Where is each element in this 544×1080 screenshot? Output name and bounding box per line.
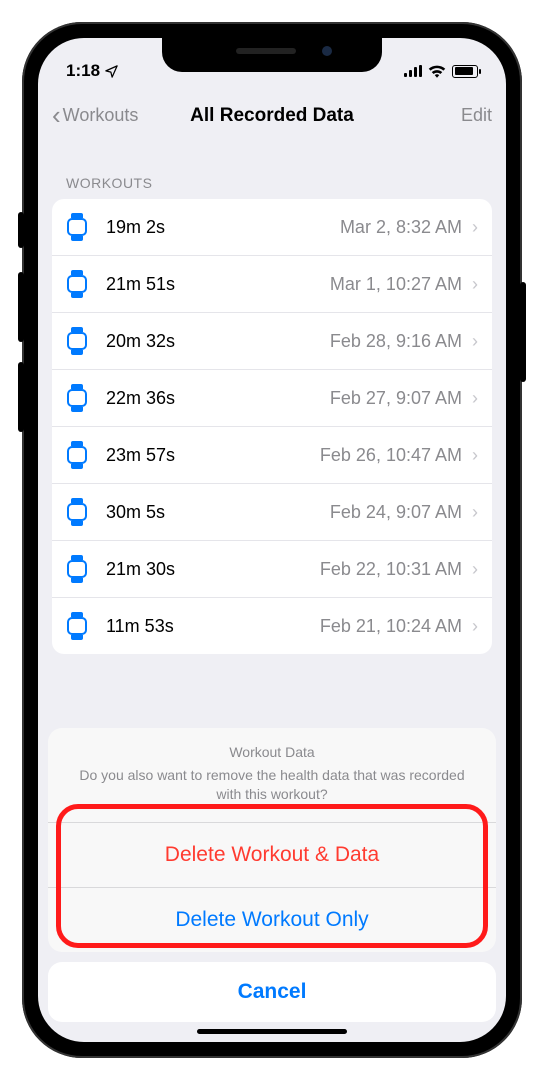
battery-icon bbox=[452, 65, 478, 78]
workout-date: Mar 1, 10:27 AM bbox=[330, 274, 462, 295]
action-sheet-header: Workout Data Do you also want to remove … bbox=[48, 728, 496, 823]
volume-down bbox=[18, 362, 24, 432]
location-icon bbox=[104, 64, 119, 79]
workout-row[interactable]: 23m 57s Feb 26, 10:47 AM › bbox=[52, 427, 492, 484]
action-sheet-group: Workout Data Do you also want to remove … bbox=[48, 728, 496, 952]
back-label: Workouts bbox=[63, 105, 139, 126]
workout-duration: 30m 5s bbox=[106, 502, 165, 523]
workout-row[interactable]: 21m 30s Feb 22, 10:31 AM › bbox=[52, 541, 492, 598]
back-button[interactable]: ‹ Workouts bbox=[52, 100, 138, 131]
workout-row[interactable]: 19m 2s Mar 2, 8:32 AM › bbox=[52, 199, 492, 256]
chevron-right-icon: › bbox=[472, 217, 478, 238]
cancel-button[interactable]: Cancel bbox=[48, 962, 496, 1022]
chevron-left-icon: ‹ bbox=[52, 100, 61, 131]
apple-watch-icon bbox=[66, 441, 88, 469]
chevron-right-icon: › bbox=[472, 559, 478, 580]
delete-workout-and-data-button[interactable]: Delete Workout & Data bbox=[48, 823, 496, 888]
home-indicator[interactable] bbox=[197, 1029, 347, 1034]
mute-switch bbox=[18, 212, 24, 248]
nav-bar: ‹ Workouts All Recorded Data Edit bbox=[38, 88, 506, 145]
apple-watch-icon bbox=[66, 270, 88, 298]
wifi-icon bbox=[428, 64, 446, 78]
apple-watch-icon bbox=[66, 498, 88, 526]
workout-duration: 21m 30s bbox=[106, 559, 175, 580]
workout-duration: 21m 51s bbox=[106, 274, 175, 295]
workout-duration: 22m 36s bbox=[106, 388, 175, 409]
workout-row[interactable]: 30m 5s Feb 24, 9:07 AM › bbox=[52, 484, 492, 541]
workout-row[interactable]: 21m 51s Mar 1, 10:27 AM › bbox=[52, 256, 492, 313]
edit-button[interactable]: Edit bbox=[461, 105, 492, 126]
workout-duration: 19m 2s bbox=[106, 217, 165, 238]
workout-duration: 20m 32s bbox=[106, 331, 175, 352]
apple-watch-icon bbox=[66, 327, 88, 355]
chevron-right-icon: › bbox=[472, 388, 478, 409]
workout-row[interactable]: 11m 53s Feb 21, 10:24 AM › bbox=[52, 598, 492, 654]
workout-date: Feb 21, 10:24 AM bbox=[320, 616, 462, 637]
workout-row[interactable]: 22m 36s Feb 27, 9:07 AM › bbox=[52, 370, 492, 427]
workout-duration: 11m 53s bbox=[106, 616, 174, 637]
apple-watch-icon bbox=[66, 555, 88, 583]
volume-up bbox=[18, 272, 24, 342]
workout-duration: 23m 57s bbox=[106, 445, 175, 466]
notch bbox=[162, 38, 382, 72]
cellular-icon bbox=[404, 65, 422, 77]
action-sheet-title: Workout Data bbox=[68, 744, 476, 760]
delete-workout-only-button[interactable]: Delete Workout Only bbox=[48, 888, 496, 952]
workout-date: Feb 27, 9:07 AM bbox=[330, 388, 462, 409]
chevron-right-icon: › bbox=[472, 502, 478, 523]
chevron-right-icon: › bbox=[472, 445, 478, 466]
apple-watch-icon bbox=[66, 384, 88, 412]
workout-date: Feb 24, 9:07 AM bbox=[330, 502, 462, 523]
chevron-right-icon: › bbox=[472, 331, 478, 352]
workout-date: Feb 26, 10:47 AM bbox=[320, 445, 462, 466]
status-time: 1:18 bbox=[66, 61, 100, 81]
workout-row[interactable]: 20m 32s Feb 28, 9:16 AM › bbox=[52, 313, 492, 370]
workout-date: Mar 2, 8:32 AM bbox=[340, 217, 462, 238]
action-sheet-message: Do you also want to remove the health da… bbox=[68, 766, 476, 804]
workout-date: Feb 22, 10:31 AM bbox=[320, 559, 462, 580]
workout-date: Feb 28, 9:16 AM bbox=[330, 331, 462, 352]
chevron-right-icon: › bbox=[472, 274, 478, 295]
phone-frame: 1:18 ‹ Workouts All Recorded Data Edit W… bbox=[22, 22, 522, 1058]
side-button bbox=[520, 282, 526, 382]
apple-watch-icon bbox=[66, 213, 88, 241]
section-header: WORKOUTS bbox=[52, 145, 492, 199]
chevron-right-icon: › bbox=[472, 616, 478, 637]
apple-watch-icon bbox=[66, 612, 88, 640]
workout-list: 19m 2s Mar 2, 8:32 AM › 21m 51s Mar 1, 1… bbox=[52, 199, 492, 654]
